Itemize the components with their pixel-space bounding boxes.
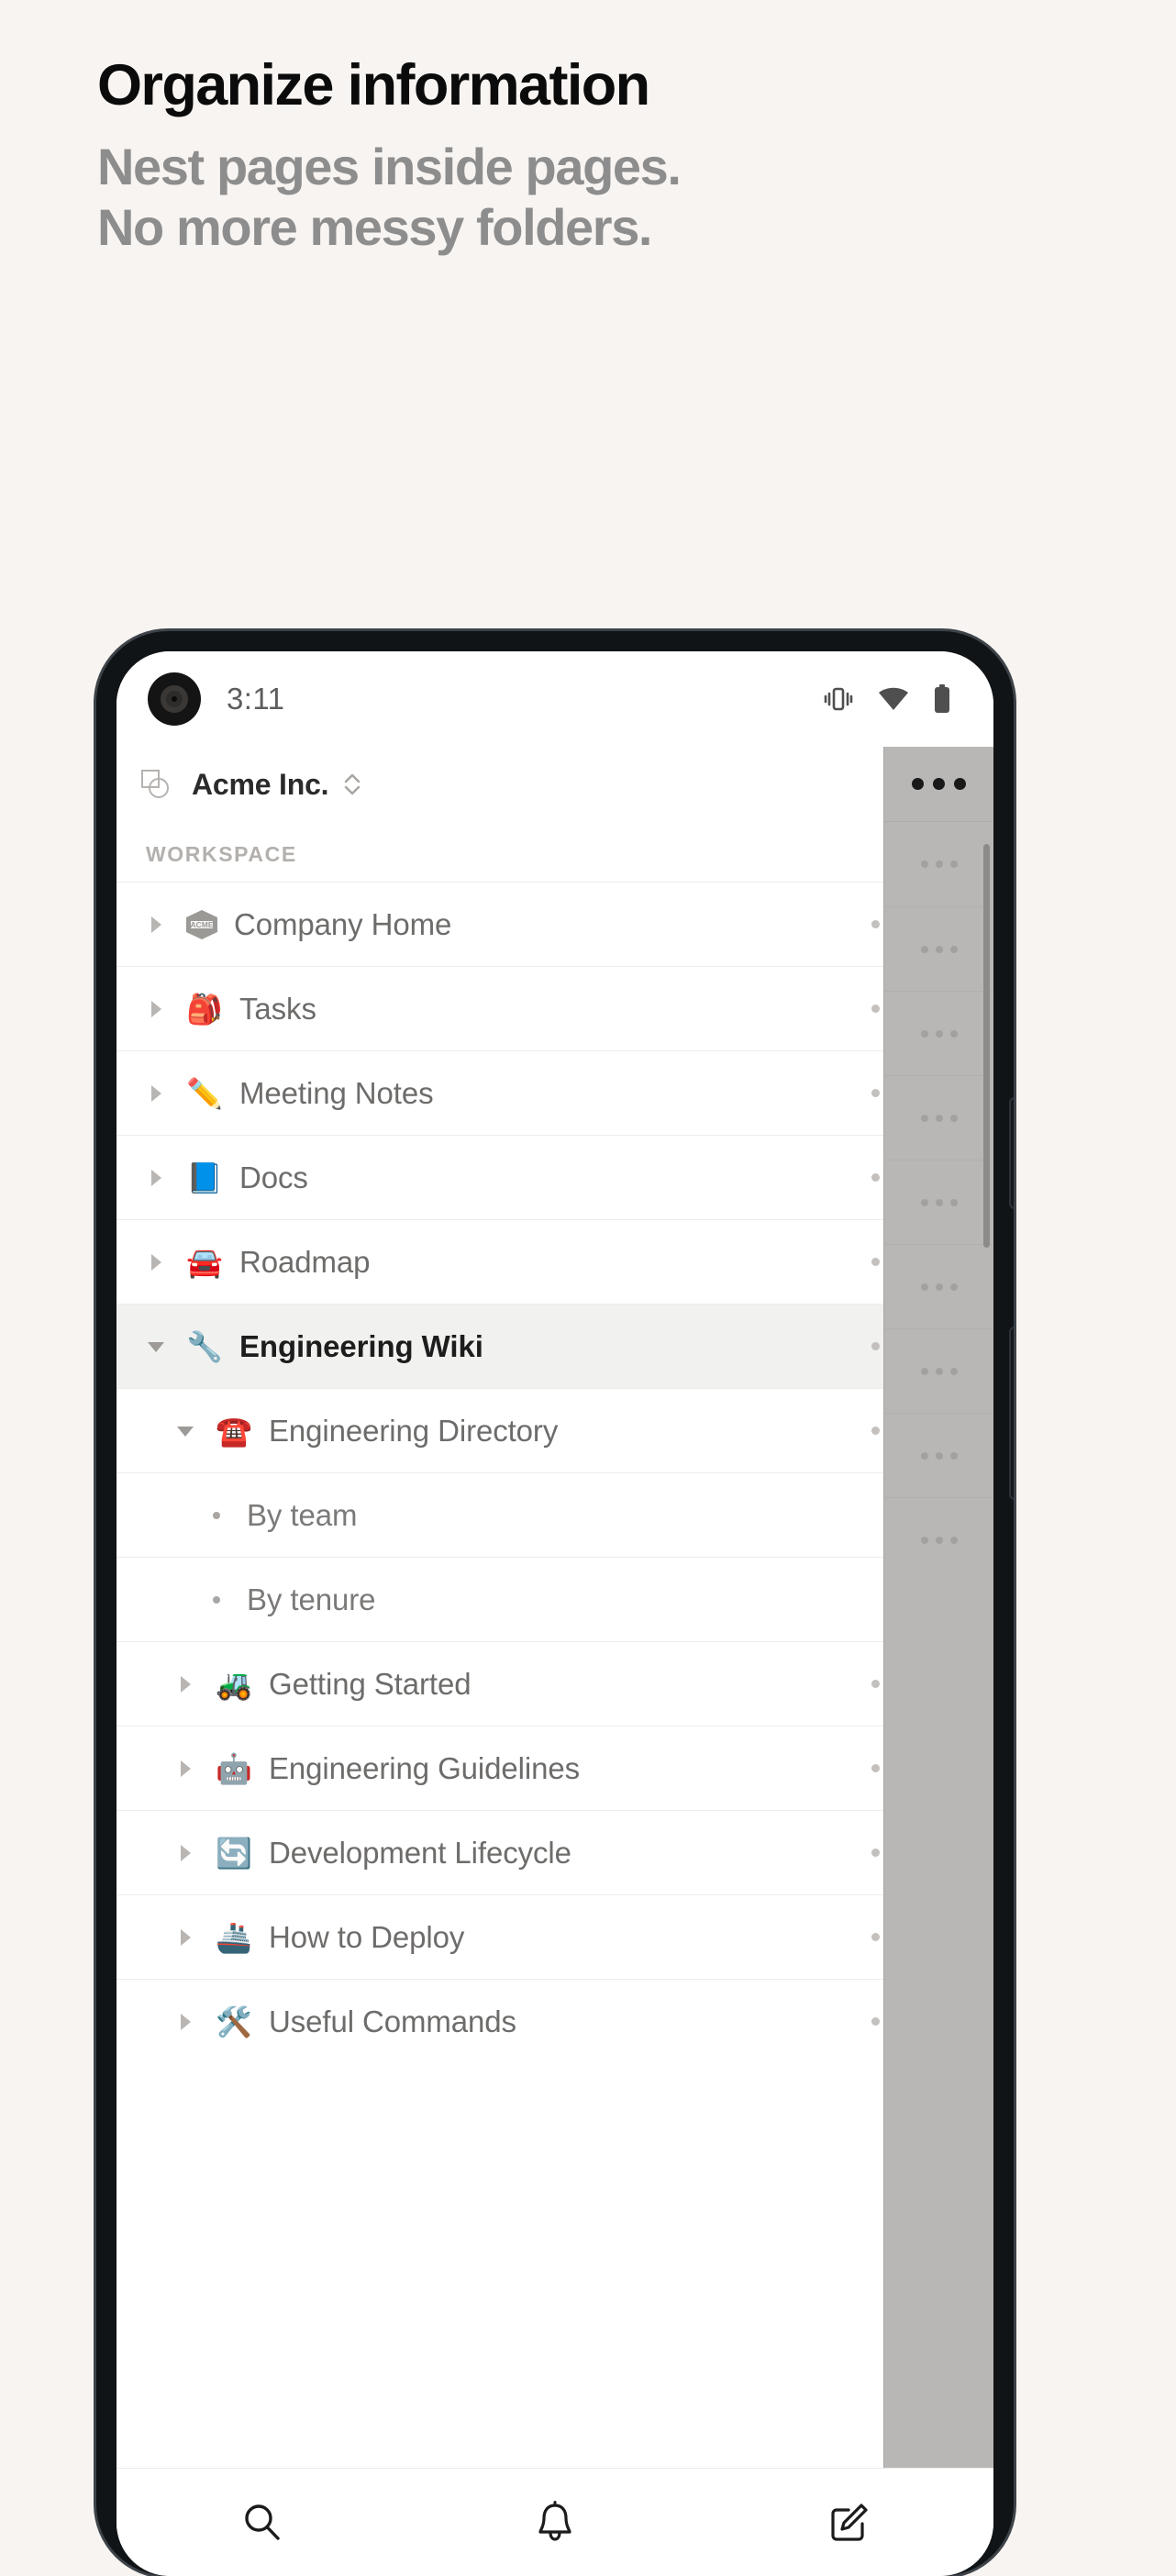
triangle-right-icon[interactable] xyxy=(170,1922,201,1953)
status-bar: 3:11 xyxy=(116,651,993,747)
triangle-right-icon[interactable] xyxy=(140,1162,172,1194)
tree-row[interactable]: 🔄 Development Lifecycle xyxy=(116,1810,993,1894)
workspace-switcher-icon xyxy=(140,769,172,800)
nav-notifications-button[interactable] xyxy=(409,2500,702,2545)
tree-row-label: Engineering Directory xyxy=(269,1413,559,1448)
tree-row-label: By tenure xyxy=(247,1582,376,1616)
triangle-right-icon[interactable] xyxy=(140,909,172,940)
wrench-emoji: 🔧 xyxy=(186,1329,223,1363)
tree-row[interactable]: ☎️ Engineering Directory xyxy=(116,1388,993,1472)
triangle-down-icon[interactable] xyxy=(170,1416,201,1447)
compose-icon xyxy=(826,2501,870,2545)
page-title: Organize information xyxy=(97,53,650,117)
page-tree: ACME Company Home 🎒 Tasks ✏️ Meeting Notes 📘 Do… xyxy=(116,882,993,2063)
volume-button[interactable] xyxy=(1011,1099,1014,1207)
battery-icon xyxy=(933,684,951,714)
triangle-right-icon[interactable] xyxy=(140,994,172,1025)
status-bar-clock: 3:11 xyxy=(227,682,285,716)
tree-row-label: Development Lifecycle xyxy=(269,1835,571,1870)
tree-row[interactable]: 🚢 How to Deploy xyxy=(116,1894,993,1979)
pencil-emoji: ✏️ xyxy=(186,1076,223,1110)
bell-icon xyxy=(533,2500,577,2545)
promo-subtitle-line-1: Nest pages inside pages. xyxy=(97,138,682,195)
tree-row-label: Engineering Wiki xyxy=(239,1328,483,1363)
phone-mockup: 3:11 Acme Inc. WORKSPACE ACME Company Ho… xyxy=(96,631,1014,2576)
acme-logo-icon: ACME xyxy=(184,909,219,940)
tree-row[interactable]: 🛠️ Useful Commands xyxy=(116,1979,993,2063)
drawer-row[interactable] xyxy=(884,1413,993,1497)
tree-row[interactable]: By tenure xyxy=(116,1557,993,1641)
drawer-scrollbar[interactable] xyxy=(983,844,990,1248)
nav-search-button[interactable] xyxy=(116,2501,409,2545)
tree-row-label: Docs xyxy=(239,1160,308,1194)
drawer-row[interactable] xyxy=(884,1328,993,1413)
tree-row[interactable]: 🤖 Engineering Guidelines xyxy=(116,1726,993,1810)
drawer-row[interactable] xyxy=(884,991,993,1075)
nav-compose-button[interactable] xyxy=(701,2501,993,2545)
section-label-workspace: WORKSPACE xyxy=(116,822,993,882)
tree-row[interactable]: 🚘 Roadmap xyxy=(116,1219,993,1304)
tree-row-label: How to Deploy xyxy=(269,1919,465,1954)
tree-row-label: Roadmap xyxy=(239,1244,371,1279)
phone-screen: 3:11 Acme Inc. WORKSPACE ACME Company Ho… xyxy=(116,651,993,2576)
tree-row[interactable]: ✏️ Meeting Notes xyxy=(116,1050,993,1135)
tree-row-label: Engineering Guidelines xyxy=(269,1750,581,1785)
promo-subtitle: Nest pages inside pages. No more messy f… xyxy=(97,137,1106,258)
workspace-name: Acme Inc. xyxy=(192,767,329,801)
telephone-emoji: ☎️ xyxy=(216,1414,252,1448)
drawer-more-options-icon[interactable] xyxy=(884,747,993,822)
drawer-row[interactable] xyxy=(884,1244,993,1328)
arrows-cycle-emoji: 🔄 xyxy=(216,1836,252,1870)
blue-book-emoji: 📘 xyxy=(186,1160,223,1194)
tree-row-label: Getting Started xyxy=(269,1666,472,1701)
chevron-up-down-icon[interactable] xyxy=(343,772,361,796)
tree-row-label: Useful Commands xyxy=(269,2004,516,2038)
triangle-right-icon[interactable] xyxy=(170,1838,201,1869)
workspace-switcher[interactable]: Acme Inc. xyxy=(116,747,993,822)
tree-row[interactable]: 🎒 Tasks xyxy=(116,966,993,1050)
tree-row-label: Meeting Notes xyxy=(239,1075,434,1110)
drawer-row[interactable] xyxy=(884,1075,993,1160)
tree-row[interactable]: 🚜 Getting Started xyxy=(116,1641,993,1726)
tools-emoji: 🛠️ xyxy=(216,2004,252,2038)
ship-emoji: 🚢 xyxy=(216,1920,252,1954)
svg-text:ACME: ACME xyxy=(190,920,213,929)
vibrate-icon xyxy=(823,685,854,713)
robot-emoji: 🤖 xyxy=(216,1751,252,1785)
bottom-navigation xyxy=(116,2468,993,2576)
tractor-emoji: 🚜 xyxy=(216,1667,252,1701)
triangle-right-icon[interactable] xyxy=(140,1078,172,1109)
tree-row-label: Tasks xyxy=(239,991,316,1026)
tree-row[interactable]: 📘 Docs xyxy=(116,1135,993,1219)
tree-row-label: By team xyxy=(247,1497,358,1532)
triangle-right-icon[interactable] xyxy=(170,1753,201,1784)
promo-subtitle-line-2: No more messy folders. xyxy=(97,198,653,257)
backpack-emoji: 🎒 xyxy=(186,992,223,1026)
drawer-row[interactable] xyxy=(884,1497,993,1582)
drawer-row[interactable] xyxy=(884,1160,993,1244)
drawer-row[interactable] xyxy=(884,822,993,906)
search-icon xyxy=(240,2501,284,2545)
bullet-dot-icon xyxy=(201,1500,232,1531)
triangle-right-icon[interactable] xyxy=(170,2006,201,2037)
wifi-icon xyxy=(878,687,909,712)
bullet-dot-icon xyxy=(201,1584,232,1616)
tree-row[interactable]: By team xyxy=(116,1472,993,1557)
triangle-down-icon[interactable] xyxy=(140,1331,172,1362)
front-camera-icon xyxy=(148,672,201,726)
car-emoji: 🚘 xyxy=(186,1245,223,1279)
triangle-right-icon[interactable] xyxy=(170,1669,201,1700)
tree-row-label: Company Home xyxy=(234,906,452,941)
drawer-row[interactable] xyxy=(884,906,993,991)
power-button[interactable] xyxy=(1011,1328,1014,1498)
tree-row[interactable]: ACME Company Home xyxy=(116,882,993,966)
promo-header: Organize information Nest pages inside p… xyxy=(97,57,1106,258)
status-bar-icons xyxy=(823,684,951,714)
side-drawer-overlay[interactable] xyxy=(883,747,993,2468)
tree-row[interactable]: 🔧 Engineering Wiki xyxy=(116,1304,993,1388)
triangle-right-icon[interactable] xyxy=(140,1247,172,1278)
